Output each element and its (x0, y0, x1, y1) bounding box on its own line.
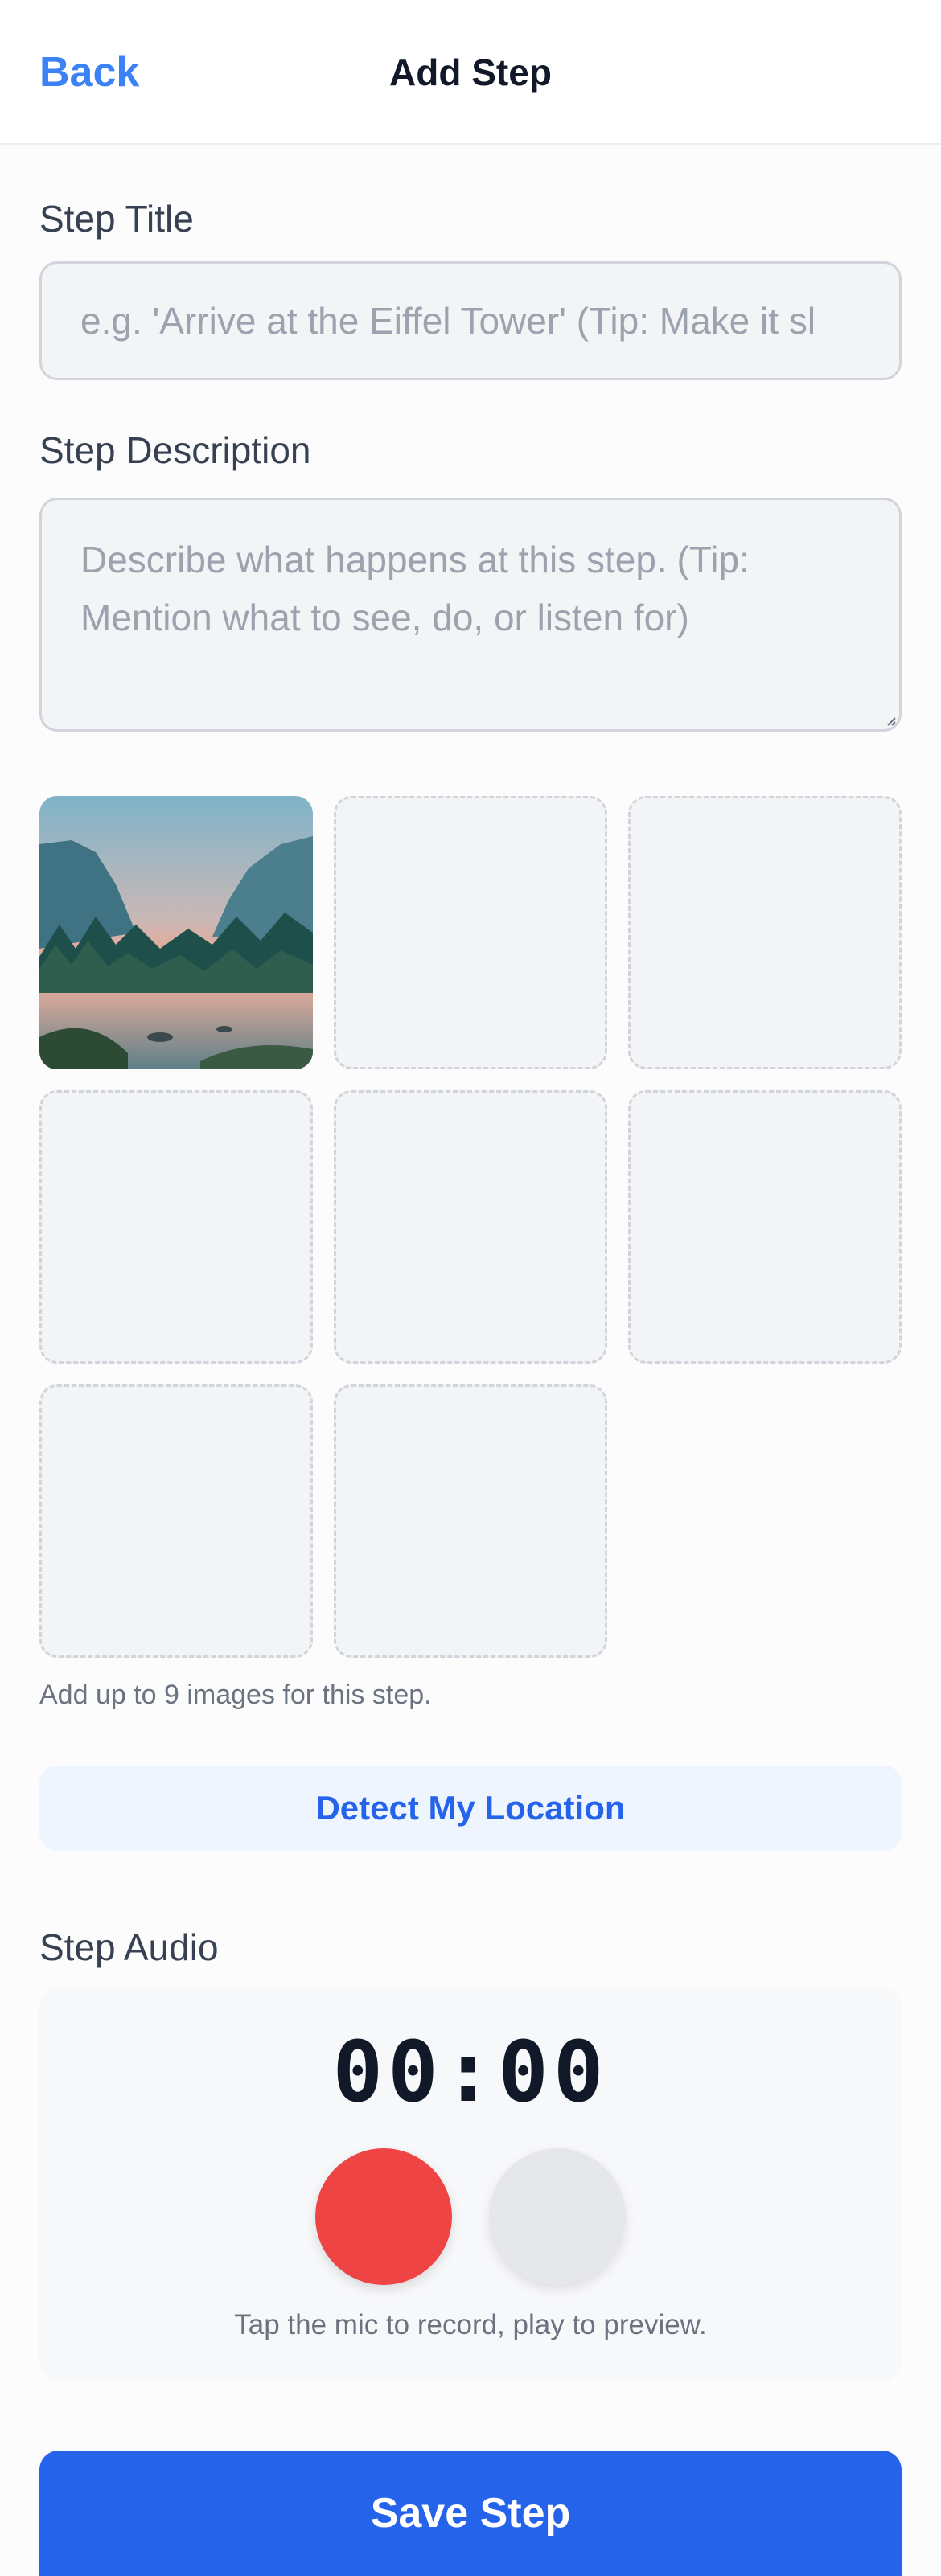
resize-handle-icon[interactable] (885, 715, 896, 726)
top-nav-bar: Back Add Step (0, 0, 941, 145)
audio-timer: 00:00 (332, 2023, 609, 2121)
image-slot-empty[interactable] (628, 796, 902, 1069)
image-grid (39, 796, 902, 1659)
step-title-label: Step Title (39, 198, 194, 240)
image-slot-empty[interactable] (334, 1384, 607, 1658)
record-mic-icon[interactable] (315, 2148, 452, 2285)
image-slot-empty[interactable] (39, 1090, 313, 1364)
page-title: Add Step (389, 51, 552, 93)
detect-location-button[interactable]: Detect My Location (39, 1766, 902, 1851)
images-hint: Add up to 9 images for this step. (39, 1680, 432, 1710)
step-audio-label: Step Audio (39, 1926, 219, 1968)
mountain-valley-photo (39, 796, 313, 1069)
image-slot-empty[interactable] (334, 1090, 607, 1364)
image-slot-1[interactable] (39, 796, 313, 1069)
image-slot-empty[interactable] (628, 1090, 902, 1364)
step-description-label: Step Description (39, 429, 311, 471)
audio-hint: Tap the mic to record, play to preview. (234, 2309, 707, 2340)
image-slot-empty[interactable] (39, 1384, 313, 1658)
play-icon[interactable] (489, 2148, 626, 2285)
image-slot-empty[interactable] (334, 796, 607, 1069)
step-description-placeholder: Describe what happens at this step. (Tip… (80, 539, 750, 638)
save-step-button[interactable]: Save Step (39, 2451, 902, 2576)
audio-recorder-card: 00:00 Tap the mic to record, play to pre… (39, 1987, 902, 2381)
step-description-input[interactable]: Describe what happens at this step. (Tip… (39, 498, 902, 732)
step-title-input[interactable]: e.g. 'Arrive at the Eiffel Tower' (Tip: … (39, 261, 902, 380)
